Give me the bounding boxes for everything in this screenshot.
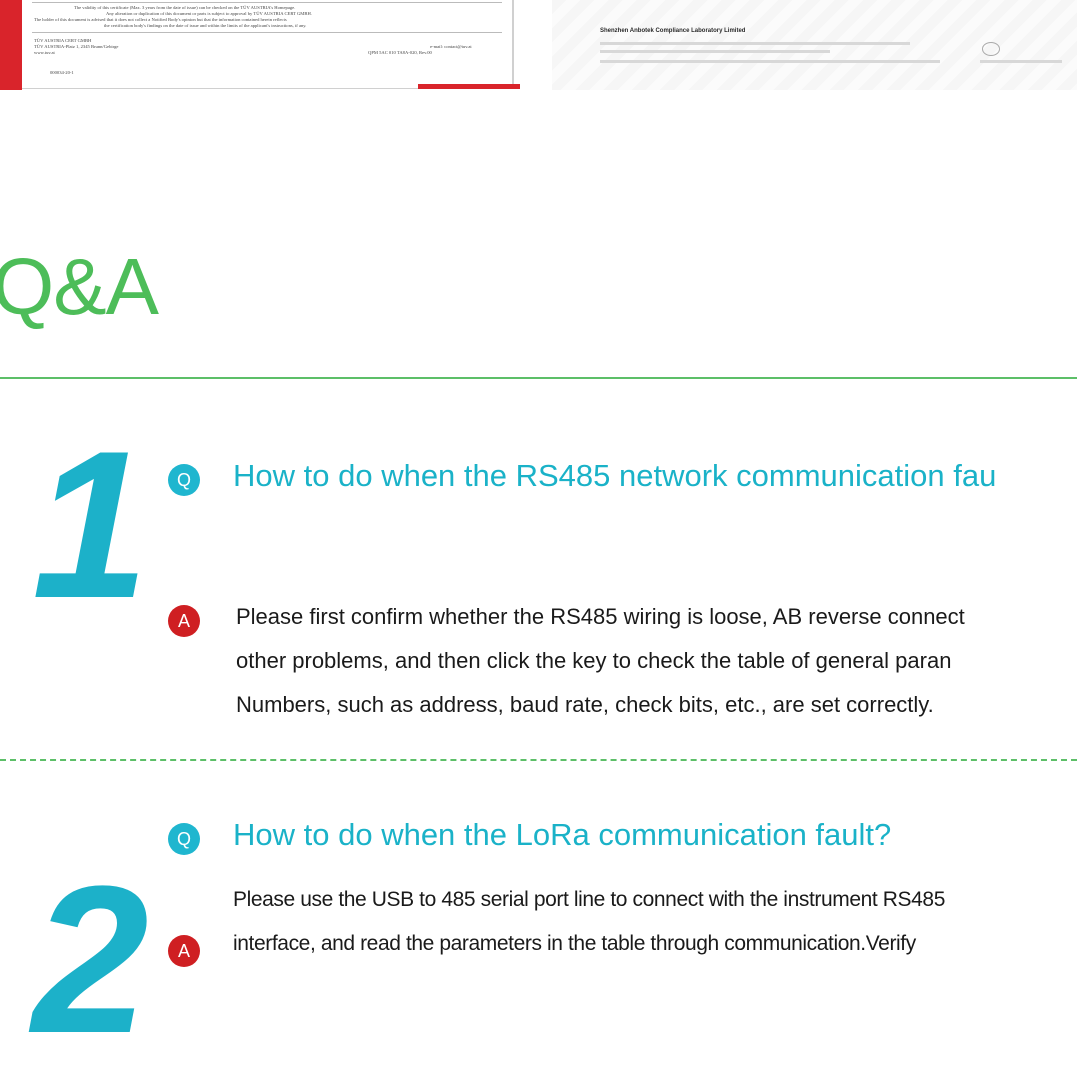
section-divider [0, 377, 1077, 379]
cert-validity-text: The validity of this certificate (Max. 3… [74, 5, 296, 10]
certificate-left: The validity of this certificate (Max. 3… [0, 0, 520, 90]
lab-contact-line [600, 60, 940, 63]
cert-number: 000034-20-1 [50, 70, 74, 75]
answer-2-line-1: Please use the USB to 485 serial port li… [233, 888, 945, 911]
cert-alteration-text: Any alteration or duplication of this do… [106, 11, 312, 16]
certificate-frame: The validity of this certificate (Max. 3… [22, 0, 514, 89]
certificate-right: Shenzhen Anbotek Compliance Laboratory L… [552, 0, 1077, 90]
lab-address-line [600, 50, 830, 53]
qa-separator [0, 759, 1077, 761]
question-2: How to do when the LoRa communication fa… [233, 817, 892, 852]
certificate-red-edge [0, 0, 22, 90]
cert-divider [32, 2, 502, 3]
lab-name: Shenzhen Anbotek Compliance Laboratory L… [600, 28, 746, 34]
question-badge-icon: Q [168, 464, 200, 496]
qa-number-2: 2 [32, 842, 149, 1077]
answer-badge-icon: A [168, 935, 200, 967]
answer-badge-icon: A [168, 605, 200, 637]
lab-website-line [980, 60, 1062, 63]
answer-2-line-2: interface, and read the parameters in th… [233, 932, 916, 955]
certificate-red-bar [418, 84, 520, 89]
answer-1-line-2: other problems, and then click the key t… [236, 648, 952, 673]
question-1: How to do when the RS485 network communi… [233, 458, 997, 493]
lab-stamp-icon [982, 42, 1000, 56]
cert-findings-text: the certification body's findings on the… [104, 23, 307, 28]
answer-1-line-3: Numbers, such as address, baud rate, che… [236, 692, 934, 717]
question-badge-icon: Q [168, 823, 200, 855]
cert-website: www.tuv.at [34, 50, 55, 55]
answer-1: Please first confirm whether the RS485 w… [236, 595, 965, 727]
cert-address: TÜV AUSTRIA-Platz 1, 2345 Brunn/Gebirge [34, 44, 119, 49]
qa-number-1: 1 [32, 407, 149, 642]
cert-company: TÜV AUSTRIA CERT GMBH [34, 38, 92, 43]
answer-2: Please use the USB to 485 serial port li… [233, 878, 945, 966]
lab-address-line [600, 42, 910, 45]
section-title: Q&A [0, 242, 159, 331]
answer-1-line-1: Please first confirm whether the RS485 w… [236, 604, 965, 629]
cert-divider [32, 32, 502, 33]
cert-qpm: QPM 5AC 010 TA8A-020, Rev.00 [368, 50, 432, 55]
cert-email: e-mail: contact@tuv.at [430, 44, 472, 49]
cert-holder-text: The holder of this document is advised t… [34, 17, 287, 22]
